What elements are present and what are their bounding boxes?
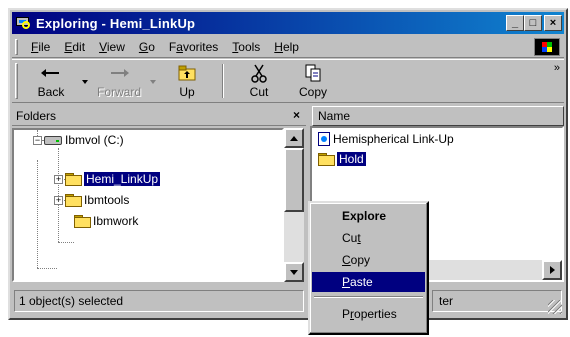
folder-tree[interactable]: − Ibmvol (C:) + Hemi_LinkUp + Ibmtools I… — [12, 128, 284, 282]
scroll-down-button[interactable] — [284, 262, 304, 282]
menu-bar: File Edit View Go Favorites Tools Help — [12, 36, 564, 58]
back-dropdown[interactable] — [78, 60, 92, 102]
tree-item-label: Hemi_LinkUp — [84, 172, 161, 186]
copy-button[interactable]: Copy — [286, 60, 340, 102]
window-controls: _ □ × — [506, 15, 562, 31]
forward-dropdown[interactable] — [146, 60, 160, 102]
cut-button[interactable]: Cut — [232, 60, 286, 102]
menu-edit[interactable]: Edit — [57, 40, 92, 54]
scroll-right-button[interactable] — [542, 260, 562, 280]
folders-pane-close-icon[interactable]: × — [293, 108, 300, 122]
menu-favorites[interactable]: Favorites — [162, 40, 225, 54]
context-menu-separator — [314, 296, 423, 298]
folder-icon — [74, 215, 91, 228]
toolbar-grip[interactable] — [15, 63, 18, 99]
tree-item-label: Ibmwork — [93, 214, 139, 228]
folders-vertical-scrollbar[interactable] — [284, 128, 304, 282]
list-item[interactable]: Hold — [318, 150, 366, 168]
forward-arrow-icon — [107, 63, 131, 83]
context-menu-cut[interactable]: Cu t — [312, 228, 425, 248]
tree-item-label: Ibmvol (C:) — [65, 133, 124, 147]
expand-icon[interactable]: + — [54, 195, 63, 205]
context-menu: Explore Cu t Copy Paste Pr operties — [308, 201, 429, 335]
document-icon — [318, 132, 330, 146]
list-item-label: Hold — [337, 152, 366, 166]
context-menu-paste[interactable]: Paste — [312, 272, 425, 292]
windows-logo-icon — [534, 38, 560, 56]
menu-file[interactable]: File — [24, 40, 57, 54]
arrow-up-icon — [290, 135, 298, 141]
tree-item-hemi-linkup[interactable]: + Hemi_LinkUp — [54, 170, 161, 188]
tree-item-drive-c[interactable]: − Ibmvol (C:) — [33, 131, 124, 149]
window-title: Exploring - Hemi_LinkUp — [36, 15, 196, 31]
standard-toolbar: Back Forward Up Cut Copy » — [12, 59, 564, 103]
arrow-right-icon — [549, 266, 555, 274]
menu-help[interactable]: Help — [267, 40, 306, 54]
back-arrow-icon — [39, 63, 63, 83]
list-item-label: Hemispherical Link-Up — [333, 132, 454, 146]
status-selected-count: 1 object(s) selected — [14, 290, 304, 312]
column-header-name[interactable]: Name — [312, 106, 564, 126]
title-bar[interactable]: Exploring - Hemi_LinkUp _ □ × — [12, 12, 564, 34]
close-button[interactable]: × — [544, 15, 562, 31]
collapse-icon[interactable]: − — [33, 135, 42, 145]
minimize-button[interactable]: _ — [506, 15, 524, 31]
folder-icon — [65, 194, 82, 207]
context-menu-properties[interactable]: Pr operties — [312, 304, 425, 324]
resize-grip[interactable] — [548, 300, 562, 314]
back-button[interactable]: Back — [24, 60, 78, 102]
chevron-down-icon — [82, 80, 88, 84]
drive-icon — [44, 135, 62, 145]
folders-pane: Folders × − Ibmvol (C:) + Hemi_LinkUp + … — [12, 106, 306, 282]
menubar-grip[interactable] — [15, 38, 18, 55]
tree-item-ibmtools[interactable]: + Ibmtools — [54, 191, 129, 209]
folder-icon — [65, 173, 82, 186]
status-bar: 1 object(s) selected 0 ter — [12, 286, 564, 316]
menu-tools[interactable]: Tools — [225, 40, 267, 54]
context-menu-copy[interactable]: Copy — [312, 250, 425, 270]
scroll-up-button[interactable] — [284, 128, 304, 148]
menu-go[interactable]: Go — [132, 40, 162, 54]
explorer-window: Exploring - Hemi_LinkUp _ □ × File Edit … — [8, 8, 568, 320]
explorer-app-icon[interactable] — [15, 15, 31, 31]
chevron-down-icon — [150, 80, 156, 84]
menu-view[interactable]: View — [92, 40, 132, 54]
status-location: ter — [432, 290, 562, 312]
list-item[interactable]: Hemispherical Link-Up — [318, 130, 454, 148]
toolbar-separator — [222, 64, 224, 98]
up-folder-icon — [175, 63, 199, 83]
maximize-button[interactable]: □ — [524, 15, 542, 31]
up-button[interactable]: Up — [160, 60, 214, 102]
forward-button[interactable]: Forward — [92, 60, 146, 102]
expand-icon[interactable]: + — [54, 174, 63, 184]
tree-item-label: Ibmtools — [84, 193, 130, 207]
context-menu-explore[interactable]: Explore — [312, 206, 425, 226]
arrow-down-icon — [290, 269, 298, 275]
tree-item-ibmwork[interactable]: Ibmwork — [74, 212, 138, 230]
folders-pane-title: Folders — [16, 108, 57, 123]
folders-pane-header: Folders × — [12, 106, 306, 126]
folder-icon — [318, 153, 335, 166]
toolbar-overflow-chevron[interactable]: » — [554, 62, 560, 74]
scissors-icon — [247, 63, 271, 83]
copy-icon — [301, 63, 325, 83]
scroll-thumb[interactable] — [284, 148, 304, 212]
